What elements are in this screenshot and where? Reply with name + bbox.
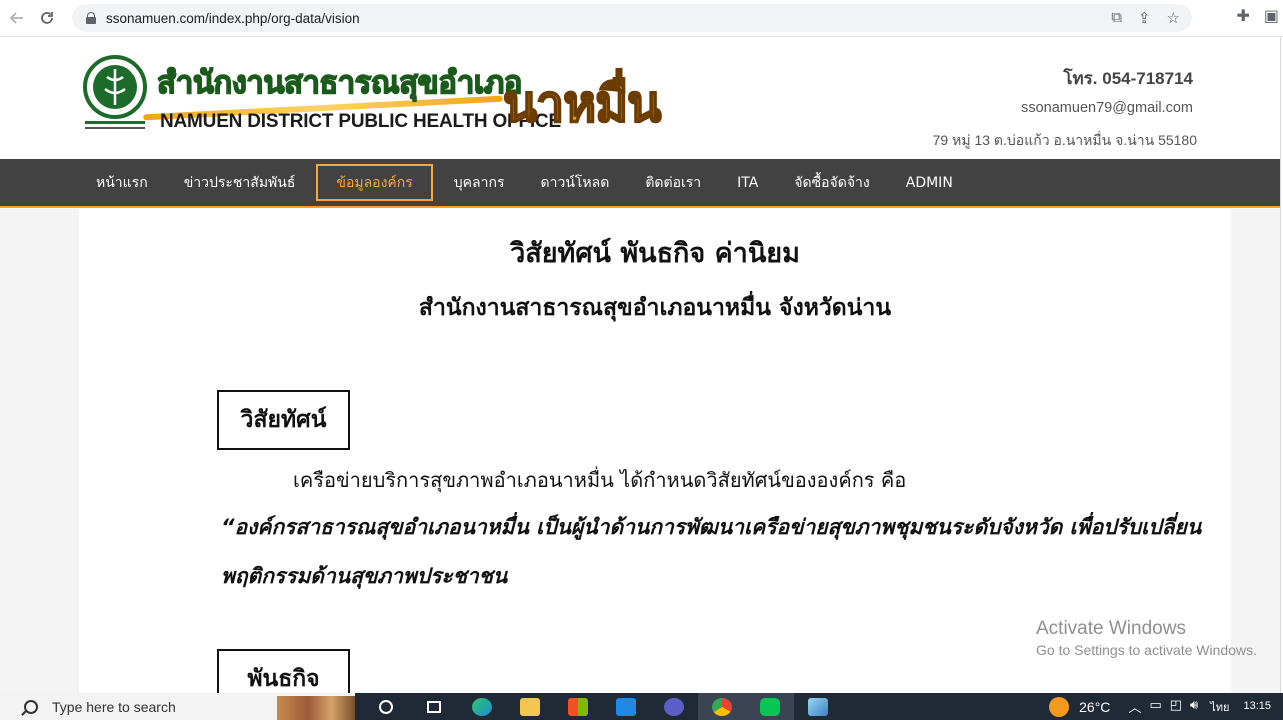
sidepanel-icon[interactable]: ▣	[1264, 6, 1279, 25]
nav-item-contact[interactable]: ติดต่อเรา	[627, 164, 719, 201]
activate-windows-watermark: Activate Windows Go to Settings to activ…	[1036, 618, 1257, 658]
page-subtitle: สำนักงานสาธารณสุขอำเภอนาหมื่น จังหวัดน่า…	[418, 295, 892, 321]
system-tray: 26°C ︿ ▭ ◰ 🔊︎ ไทย 13:15	[1049, 693, 1283, 720]
logo-district-name: นาหมื่น	[502, 74, 662, 134]
search-icon	[24, 699, 38, 714]
nav-item-personnel[interactable]: บุคลากร	[436, 164, 523, 201]
lock-icon	[86, 12, 96, 24]
vision-lead-text: เครือข่ายบริการสุขภาพอำเภอนาหมื่น ได้กำห…	[293, 468, 907, 492]
logo-thai-text: สำนักงานสาธารณสุขอำเภอ	[156, 64, 523, 101]
line-icon[interactable]	[746, 693, 794, 720]
site-header: สำนักงานสาธารณสุขอำเภอ NAMUEN DISTRICT P…	[0, 37, 1283, 159]
weather-temperature[interactable]: 26°C	[1079, 699, 1110, 715]
chevron-up-icon[interactable]: ︿	[1128, 697, 1141, 716]
store-icon[interactable]	[554, 693, 602, 720]
tray-icons[interactable]: ︿ ▭ ◰ 🔊︎	[1128, 697, 1198, 716]
taskbar-search[interactable]: Type here to search	[0, 693, 355, 720]
main-nav: หน้าแรก ข่าวประชาสัมพันธ์ ข้อมูลองค์กร บ…	[0, 159, 1283, 208]
address-bar[interactable]: ssonamuen.com/index.php/org-data/vision …	[72, 4, 1192, 32]
browser-toolbar: ssonamuen.com/index.php/org-data/vision …	[0, 0, 1283, 37]
vision-quote-line-1: “องค์กรสาธารณสุขอำเภอนาหมื่น เป็นผู้นำด้…	[221, 515, 1202, 539]
site-logo[interactable]: สำนักงานสาธารณสุขอำเภอ NAMUEN DISTRICT P…	[83, 51, 673, 151]
teams-icon[interactable]	[650, 693, 698, 720]
nav-item-download[interactable]: ดาวน์โหลด	[523, 164, 628, 201]
back-button[interactable]	[2, 3, 32, 33]
taskbar-clock[interactable]: 13:15	[1243, 700, 1271, 713]
network-icon[interactable]: ▭	[1149, 697, 1161, 716]
wifi-icon[interactable]: ◰	[1170, 697, 1182, 716]
nav-item-home[interactable]: หน้าแรก	[78, 164, 166, 201]
vision-quote-line-2: พฤติกรรมด้านสุขภาพประชาชน	[221, 564, 508, 588]
taskbar-pinned-apps	[362, 693, 842, 720]
cortana-icon[interactable]	[362, 693, 410, 720]
page-title: วิสัยทัศน์ พันธกิจ ค่านิยม	[510, 238, 800, 269]
reload-icon	[41, 12, 53, 24]
volume-icon[interactable]: 🔊︎	[1190, 697, 1198, 716]
watermark-line-1: Activate Windows	[1036, 618, 1186, 639]
ministry-seal-icon	[83, 55, 147, 129]
mail-icon[interactable]	[602, 693, 650, 720]
nav-item-admin[interactable]: ADMIN	[888, 164, 971, 201]
file-explorer-icon[interactable]	[506, 693, 554, 720]
chrome-icon[interactable]	[698, 693, 746, 720]
edge-icon[interactable]	[458, 693, 506, 720]
weather-icon[interactable]	[1049, 696, 1070, 717]
share-icon[interactable]: ⇪	[1138, 9, 1151, 27]
contact-email[interactable]: ssonamuen79@gmail.com	[1021, 100, 1193, 116]
bookmark-star-icon[interactable]: ☆	[1167, 9, 1180, 27]
task-view-icon[interactable]	[410, 693, 458, 720]
contact-address: 79 หมู่ 13 ต.บ่อแก้ว อ.นาหมื่น จ.น่าน 55…	[932, 132, 1197, 148]
logo-english-text: NAMUEN DISTRICT PUBLIC HEALTH OFFICE	[160, 111, 561, 132]
reload-button[interactable]	[32, 3, 62, 33]
taskbar-search-placeholder: Type here to search	[52, 698, 176, 715]
input-language[interactable]: ไทย	[1210, 698, 1229, 716]
nav-item-org-data[interactable]: ข้อมูลองค์กร	[316, 164, 433, 201]
watermark-line-2: Go to Settings to activate Windows.	[1036, 642, 1257, 658]
app-icon[interactable]	[794, 693, 842, 720]
translate-icon[interactable]: ⧉	[1111, 9, 1122, 27]
nav-item-procurement[interactable]: จัดซื้อจัดจ้าง	[776, 164, 887, 201]
nav-item-news[interactable]: ข่าวประชาสัมพันธ์	[166, 164, 314, 201]
vision-heading: วิสัยทัศน์	[217, 390, 350, 450]
url-text: ssonamuen.com/index.php/org-data/vision	[106, 10, 360, 26]
contact-phone: โทร. 054-718714	[1063, 69, 1193, 88]
clock-time: 13:15	[1243, 700, 1271, 712]
nav-item-ita[interactable]: ITA	[719, 164, 776, 201]
extensions-icon[interactable]: ✚	[1236, 6, 1249, 25]
windows-taskbar: Type here to search 26°C ︿ ▭ ◰ 🔊︎ ไทย 13…	[0, 693, 1283, 720]
search-highlight-image	[277, 696, 355, 720]
arrow-left-icon	[9, 12, 23, 24]
